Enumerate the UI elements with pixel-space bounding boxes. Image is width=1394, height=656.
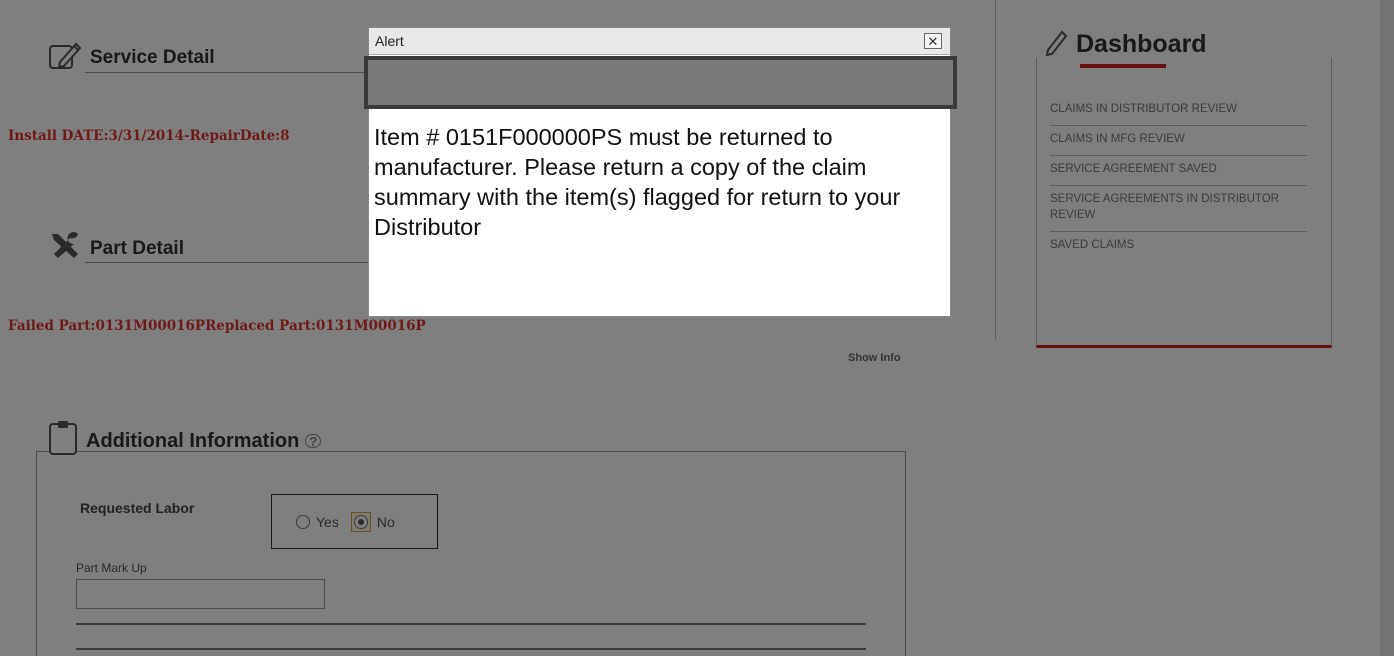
alert-message: Item # 0151F000000PS must be returned to…: [374, 124, 901, 240]
alert-titlebar[interactable]: Alert ✕: [369, 28, 950, 55]
alert-header-band: [364, 56, 957, 109]
alert-dialog: Alert ✕ Item # 0151F000000PS must be ret…: [364, 27, 957, 317]
close-icon[interactable]: ✕: [924, 33, 942, 49]
alert-title: Alert: [375, 33, 404, 49]
